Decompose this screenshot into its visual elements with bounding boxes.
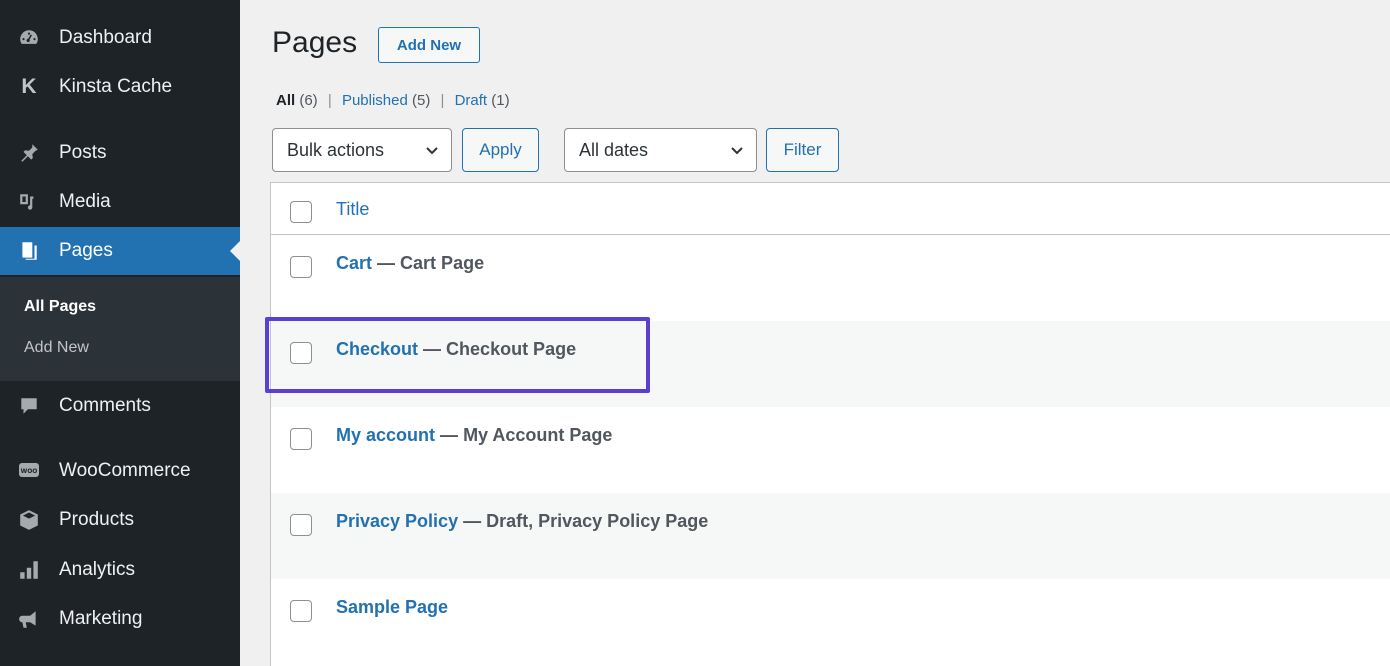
add-new-button[interactable]: Add New — [378, 27, 480, 63]
sidebar-item-kinsta-cache[interactable]: K Kinsta Cache — [0, 63, 240, 111]
dashboard-icon — [18, 27, 40, 49]
sidebar-item-label: Kinsta Cache — [59, 76, 173, 97]
table-row: Sample Page — [271, 579, 1390, 665]
submenu-item-add-new[interactable]: Add New — [24, 339, 89, 357]
page-state: Checkout Page — [446, 339, 577, 359]
sidebar-item-label: Analytics — [59, 559, 136, 580]
title-dash: — — [463, 511, 482, 531]
select-all-checkbox[interactable] — [290, 201, 312, 223]
page-state: My Account Page — [463, 425, 613, 445]
page-title-link[interactable]: Privacy Policy — [336, 511, 458, 531]
page-state: Cart Page — [400, 253, 485, 273]
filter-published[interactable]: Published — [342, 92, 408, 109]
pages-submenu: All Pages Add New — [0, 277, 240, 381]
sidebar-item-media[interactable]: Media — [0, 178, 240, 226]
sidebar-item-label: Pages — [59, 240, 113, 261]
table-row: Checkout — Checkout Page — [271, 321, 1390, 407]
row-checkbox[interactable] — [290, 342, 312, 364]
media-icon — [18, 191, 40, 213]
filter-draft-count: (1) — [491, 92, 510, 109]
sidebar-item-pages[interactable]: Pages — [0, 227, 240, 275]
title-dash: — — [440, 425, 459, 445]
pages-table: Title Cart — Cart Page Checkout — Checko… — [270, 182, 1390, 666]
filter-all-count: (6) — [299, 92, 318, 109]
sidebar-item-products[interactable]: Products — [0, 496, 240, 544]
megaphone-icon — [18, 608, 40, 630]
sidebar-item-comments[interactable]: Comments — [0, 382, 240, 430]
page-title: Pages — [272, 26, 358, 59]
sidebar-item-label: Media — [59, 191, 111, 212]
row-checkbox[interactable] — [290, 514, 312, 536]
page-title-link[interactable]: Sample Page — [336, 597, 448, 617]
filter-separator: | — [440, 92, 445, 109]
svg-text:WOO: WOO — [21, 468, 38, 475]
woo-icon: WOO — [18, 460, 40, 482]
admin-sidebar: Dashboard K Kinsta Cache Posts Media Pag… — [0, 0, 240, 666]
filter-draft[interactable]: Draft — [455, 92, 488, 109]
status-filter-links: All (6) | Published (5) | Draft (1) — [276, 92, 510, 109]
main-content: Pages Add New All (6) | Published (5) | … — [240, 0, 1390, 666]
page-state: Draft, Privacy Policy Page — [486, 511, 709, 531]
row-title: Checkout — Checkout Page — [336, 339, 576, 360]
pages-icon — [18, 240, 40, 262]
kinsta-icon: K — [21, 75, 37, 98]
apply-button[interactable]: Apply — [462, 128, 539, 172]
sidebar-item-woocommerce[interactable]: WOO WooCommerce — [0, 447, 240, 495]
title-column-header[interactable]: Title — [336, 199, 369, 220]
date-filter-value: All dates — [579, 139, 649, 160]
submenu-item-all-pages[interactable]: All Pages — [24, 298, 96, 316]
page-title-link[interactable]: Cart — [336, 253, 372, 273]
sidebar-item-label: Posts — [59, 142, 107, 163]
filter-published-count: (5) — [412, 92, 431, 109]
page-title-link[interactable]: My account — [336, 425, 435, 445]
row-title: Cart — Cart Page — [336, 253, 484, 274]
sidebar-item-label: Products — [59, 509, 134, 530]
row-checkbox[interactable] — [290, 600, 312, 622]
row-checkbox[interactable] — [290, 256, 312, 278]
date-filter-select[interactable]: All dates — [564, 128, 757, 172]
sidebar-item-posts[interactable]: Posts — [0, 129, 240, 177]
table-row: My account — My Account Page — [271, 407, 1390, 493]
sidebar-item-marketing[interactable]: Marketing — [0, 595, 240, 643]
sidebar-item-analytics[interactable]: Analytics — [0, 546, 240, 594]
table-header: Title — [271, 183, 1390, 235]
sidebar-item-label: Dashboard — [59, 27, 152, 48]
chevron-down-icon — [731, 147, 743, 155]
filter-all[interactable]: All — [276, 92, 295, 109]
current-menu-arrow — [230, 241, 240, 261]
row-title: My account — My Account Page — [336, 425, 612, 446]
title-dash: — — [423, 339, 442, 359]
chevron-down-icon — [426, 147, 438, 155]
row-title: Privacy Policy — Draft, Privacy Policy P… — [336, 511, 708, 532]
row-checkbox[interactable] — [290, 428, 312, 450]
sidebar-item-label: Comments — [59, 395, 151, 416]
sidebar-item-dashboard[interactable]: Dashboard — [0, 14, 240, 62]
table-row: Privacy Policy — Draft, Privacy Policy P… — [271, 493, 1390, 579]
bulk-actions-select[interactable]: Bulk actions — [272, 128, 452, 172]
bulk-actions-value: Bulk actions — [287, 139, 385, 160]
comment-icon — [18, 395, 40, 417]
row-title: Sample Page — [336, 597, 448, 618]
bar-chart-icon — [18, 559, 40, 581]
page-title-link[interactable]: Checkout — [336, 339, 418, 359]
sidebar-item-label: WooCommerce — [59, 460, 191, 481]
filter-button[interactable]: Filter — [766, 128, 839, 172]
pin-icon — [18, 142, 40, 164]
table-row: Cart — Cart Page — [271, 235, 1390, 321]
title-dash: — — [377, 253, 396, 273]
box-icon — [18, 509, 40, 531]
sidebar-item-label: Marketing — [59, 608, 143, 629]
filter-separator: | — [327, 92, 332, 109]
